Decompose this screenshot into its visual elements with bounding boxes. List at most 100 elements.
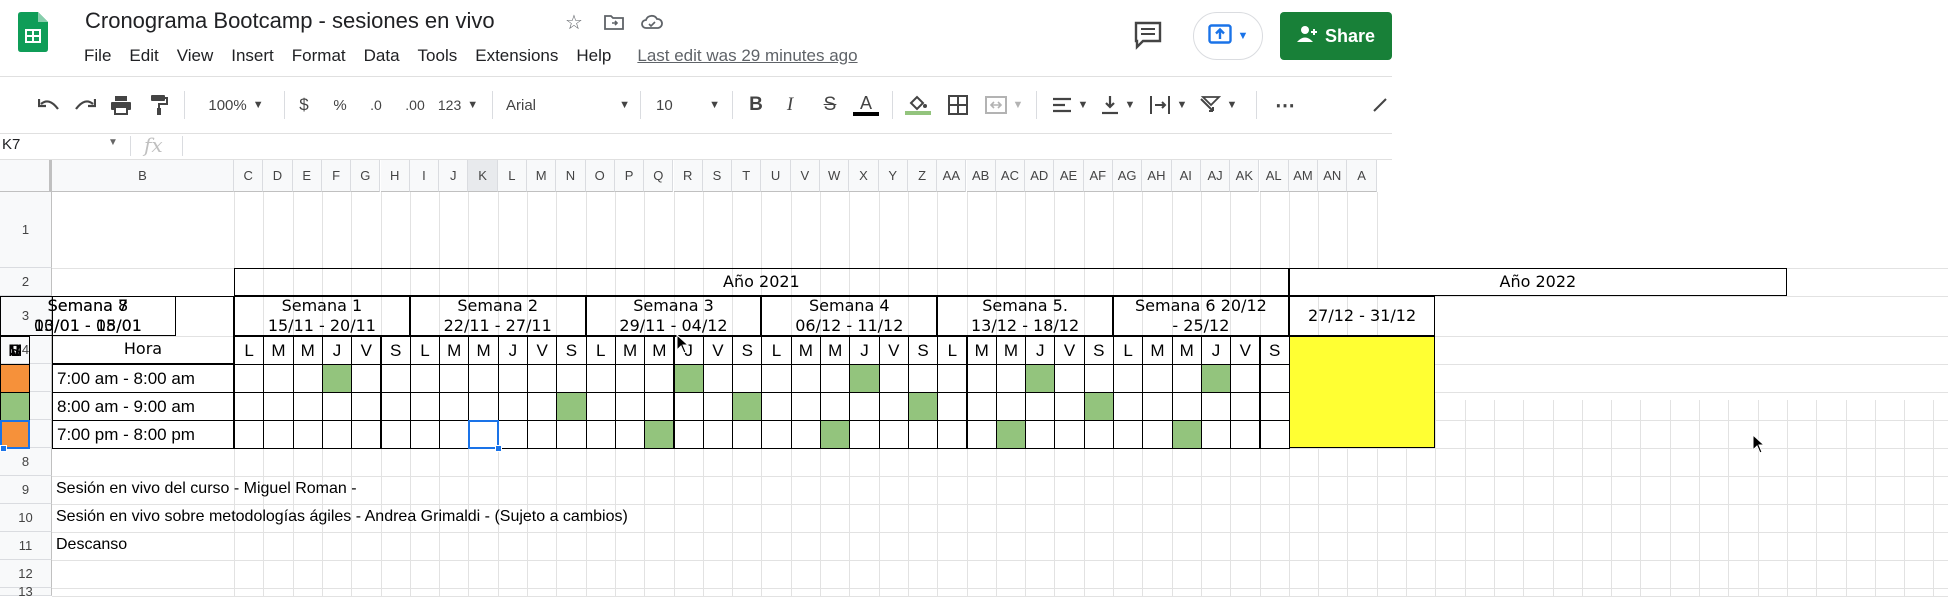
column-header-v[interactable]: V	[790, 160, 820, 192]
session-slot[interactable]	[556, 392, 587, 421]
schedule-cell[interactable]	[556, 420, 587, 449]
schedule-cell[interactable]	[761, 364, 792, 393]
formula-input[interactable]	[192, 136, 1382, 156]
schedule-cell[interactable]	[1230, 420, 1261, 449]
schedule-cell[interactable]	[1054, 420, 1085, 449]
column-header-ae[interactable]: AE	[1054, 160, 1084, 192]
present-button[interactable]: ▼	[1193, 12, 1263, 60]
schedule-cell[interactable]	[1142, 364, 1173, 393]
increase-decimal-button[interactable]: .00	[398, 91, 432, 119]
schedule-cell[interactable]	[790, 420, 821, 449]
schedule-cell[interactable]	[527, 392, 558, 421]
schedule-cell[interactable]	[351, 420, 382, 449]
column-header-aa[interactable]: AA	[937, 160, 967, 192]
schedule-cell[interactable]	[1230, 392, 1261, 421]
column-header-h[interactable]: H	[380, 160, 410, 192]
schedule-cell[interactable]	[614, 392, 646, 421]
schedule-cell[interactable]	[263, 364, 294, 393]
row-header-11[interactable]: 11	[0, 532, 52, 560]
schedule-cell[interactable]	[1200, 420, 1232, 449]
schedule-cell[interactable]	[1083, 420, 1114, 449]
session-slot[interactable]	[907, 392, 939, 421]
schedule-cell[interactable]	[1025, 420, 1056, 449]
schedule-cell[interactable]	[702, 392, 734, 421]
schedule-cell[interactable]	[1113, 364, 1144, 393]
column-header-e[interactable]: E	[292, 160, 322, 192]
strikethrough-button[interactable]: S	[818, 91, 842, 119]
schedule-cell[interactable]	[292, 364, 323, 393]
column-header-x[interactable]: X	[849, 160, 879, 192]
schedule-cell[interactable]	[644, 392, 675, 421]
column-header-a[interactable]: A	[1347, 160, 1377, 192]
schedule-cell[interactable]	[673, 420, 704, 449]
spreadsheet-grid[interactable]: B C D E F G H I J K L M N O P Q R S T U V W X Y Z AA AB AC AD AE AF AG A…	[0, 160, 1948, 599]
column-header-am[interactable]: AM	[1288, 160, 1319, 192]
italic-button[interactable]: I	[778, 91, 802, 119]
column-header-d[interactable]: D	[263, 160, 293, 192]
schedule-cell[interactable]	[966, 420, 997, 449]
schedule-cell[interactable]	[1200, 392, 1232, 421]
text-wrapping-icon[interactable]: ▼	[1146, 91, 1190, 119]
menu-format[interactable]: Format	[292, 46, 354, 66]
session-slot[interactable]	[732, 392, 763, 421]
schedule-cell[interactable]	[321, 420, 353, 449]
schedule-cell[interactable]	[1230, 364, 1261, 393]
schedule-cell[interactable]	[1259, 392, 1290, 421]
schedule-cell[interactable]	[351, 392, 382, 421]
schedule-cell[interactable]	[1054, 392, 1085, 421]
schedule-cell[interactable]	[732, 420, 763, 449]
menu-help[interactable]: Help	[576, 46, 619, 66]
schedule-cell[interactable]	[468, 392, 499, 421]
menu-file[interactable]: File	[84, 46, 119, 66]
schedule-cell[interactable]	[937, 420, 968, 449]
column-header-an[interactable]: AN	[1318, 160, 1348, 192]
schedule-cell[interactable]	[409, 364, 441, 393]
column-header-z[interactable]: Z	[907, 160, 938, 192]
column-header-af[interactable]: AF	[1083, 160, 1113, 192]
column-header-f[interactable]: F	[321, 160, 352, 192]
schedule-cell[interactable]	[644, 364, 675, 393]
schedule-cell[interactable]	[966, 392, 997, 421]
schedule-cell[interactable]	[497, 420, 528, 449]
more-formats-select[interactable]: 123 ▼	[436, 91, 480, 119]
undo-icon[interactable]	[36, 91, 62, 119]
schedule-cell[interactable]	[292, 420, 323, 449]
menu-view[interactable]: View	[177, 46, 222, 66]
schedule-cell[interactable]	[761, 420, 792, 449]
sheets-logo-icon[interactable]	[18, 12, 48, 52]
menu-extensions[interactable]: Extensions	[475, 46, 566, 66]
session-slot[interactable]	[673, 364, 704, 393]
schedule-cell[interactable]	[702, 420, 734, 449]
schedule-cell[interactable]	[1259, 420, 1290, 449]
column-header-y[interactable]: Y	[878, 160, 908, 192]
row-header-9[interactable]: 9	[0, 476, 52, 504]
session-slot[interactable]	[0, 364, 31, 393]
schedule-cell[interactable]	[409, 420, 441, 449]
schedule-cell[interactable]	[556, 364, 587, 393]
schedule-cell[interactable]	[995, 392, 1027, 421]
last-edit-link[interactable]: Last edit was 29 minutes ago	[637, 46, 857, 66]
schedule-cell[interactable]	[234, 420, 265, 449]
schedule-cell[interactable]	[849, 420, 880, 449]
schedule-cell[interactable]	[380, 420, 411, 449]
fill-handle[interactable]	[0, 445, 7, 452]
cloud-saved-icon[interactable]	[640, 10, 664, 34]
schedule-cell[interactable]	[234, 392, 265, 421]
font-size-select[interactable]: 10 ▼	[656, 91, 720, 119]
bold-button[interactable]: B	[744, 91, 768, 119]
session-slot[interactable]	[849, 364, 880, 393]
session-slot[interactable]	[0, 392, 31, 421]
schedule-cell[interactable]	[614, 364, 646, 393]
column-header-o[interactable]: O	[585, 160, 615, 192]
more-options-button[interactable]: ⋯	[1270, 91, 1300, 119]
column-header-c[interactable]: C	[234, 160, 264, 192]
row-header-10[interactable]: 10	[0, 504, 52, 532]
column-header-ai[interactable]: AI	[1171, 160, 1201, 192]
schedule-cell[interactable]	[321, 392, 353, 421]
column-header-t[interactable]: T	[732, 160, 762, 192]
schedule-cell[interactable]	[878, 420, 909, 449]
schedule-cell[interactable]	[937, 392, 968, 421]
star-icon[interactable]: ☆	[562, 10, 586, 34]
schedule-cell[interactable]	[1025, 392, 1056, 421]
schedule-cell[interactable]	[409, 392, 441, 421]
